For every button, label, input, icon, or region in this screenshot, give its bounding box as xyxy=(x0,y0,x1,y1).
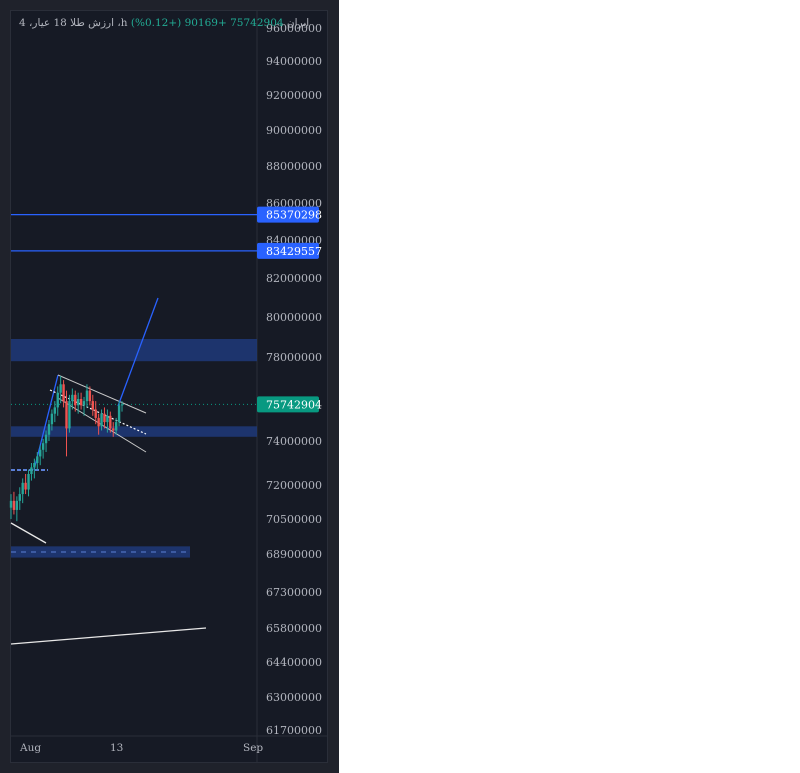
candle-body xyxy=(74,394,77,406)
y-tick-label: 68900000 xyxy=(266,548,322,561)
y-tick-label: 88000000 xyxy=(266,160,322,173)
candle-body xyxy=(47,424,51,435)
candle-body xyxy=(76,399,80,406)
y-tick-label: 70500000 xyxy=(266,513,322,526)
candle-body xyxy=(91,401,94,410)
candle-body xyxy=(18,494,21,501)
candle-body xyxy=(59,384,62,393)
candle-body xyxy=(21,482,24,495)
symbol-legend: 4 ،ارزش طلا 18 عیار ،h ایران 75742904 +9… xyxy=(19,17,309,29)
trend-line xyxy=(10,627,207,645)
x-tick-label: Aug xyxy=(19,742,41,754)
price-tag-label: 85370298 xyxy=(266,209,322,222)
support-resistance-zone xyxy=(11,339,257,362)
legend-change: +90169 (+0.12%) xyxy=(130,17,227,29)
candle-body xyxy=(44,434,48,444)
candle-body xyxy=(27,474,30,490)
candle-body xyxy=(41,443,45,450)
candle-body xyxy=(103,413,106,423)
candle-body xyxy=(65,401,68,429)
price-tag-label: 83429557 xyxy=(266,245,322,258)
candle-body xyxy=(30,467,33,474)
channel-upper-line xyxy=(57,374,147,414)
y-tick-label: 65800000 xyxy=(266,622,322,635)
candle-body xyxy=(79,399,83,406)
candle-body xyxy=(12,500,16,510)
candle-body xyxy=(114,422,118,431)
candle-body xyxy=(88,390,92,402)
y-tick-label: 92000000 xyxy=(266,89,322,102)
candle-body xyxy=(106,415,109,423)
chart-svg[interactable]: 9600000094000000920000009000000088000000… xyxy=(0,0,339,773)
candle-body xyxy=(36,456,39,463)
y-tick-label: 78000000 xyxy=(266,351,322,364)
candle-body xyxy=(85,390,89,402)
trend-line xyxy=(10,522,47,544)
price-tag-label: 75742904 xyxy=(266,398,322,411)
y-tick-label: 63000000 xyxy=(266,691,322,704)
candle-body xyxy=(24,482,27,490)
candle-body xyxy=(109,415,112,429)
y-tick-label: 72000000 xyxy=(266,479,322,492)
candle-body xyxy=(112,428,115,431)
candle-body xyxy=(71,394,74,402)
candle-body xyxy=(94,409,97,418)
candle-body xyxy=(97,417,100,427)
candle-body xyxy=(50,413,54,425)
legend-last-price: 75742904 xyxy=(230,17,284,29)
candle-body xyxy=(68,401,71,429)
candle-body xyxy=(82,401,86,406)
x-tick-label: Sep xyxy=(243,742,263,754)
candle-body xyxy=(15,500,19,510)
candle-body xyxy=(120,404,124,406)
candle-body xyxy=(33,463,36,468)
y-tick-label: 82000000 xyxy=(266,272,322,285)
y-tick-label: 80000000 xyxy=(266,311,322,324)
y-tick-label: 64400000 xyxy=(266,656,322,669)
y-tick-label: 94000000 xyxy=(266,55,322,68)
y-tick-label: 61700000 xyxy=(266,724,322,737)
y-tick-label: 74000000 xyxy=(266,435,322,448)
candle-body xyxy=(62,384,65,402)
candle-body xyxy=(100,413,103,427)
y-tick-label: 90000000 xyxy=(266,124,322,137)
y-tick-label: 67300000 xyxy=(266,586,322,599)
candle-body xyxy=(117,405,121,423)
candle-body xyxy=(39,449,42,457)
candle-body xyxy=(9,500,13,508)
candle-body xyxy=(56,392,59,408)
x-tick-label: 13 xyxy=(110,742,123,754)
candle-body xyxy=(53,407,57,414)
